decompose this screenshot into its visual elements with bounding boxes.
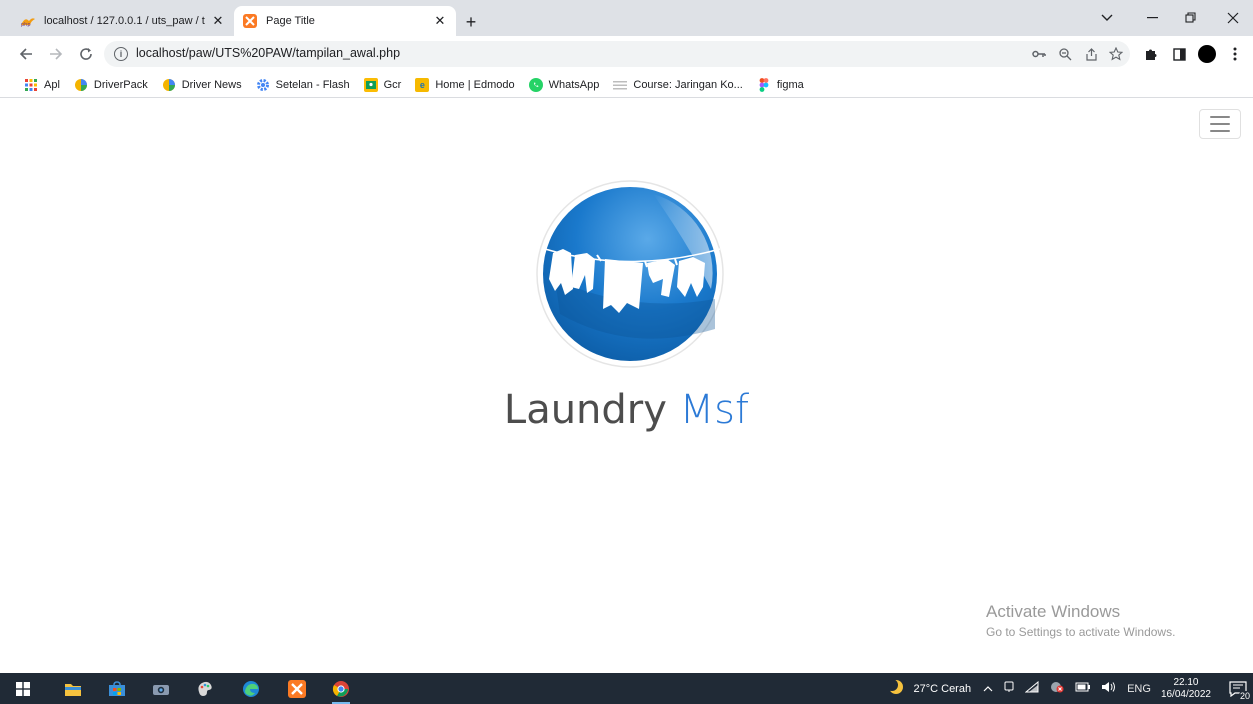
tab-title: Page Title — [266, 15, 315, 27]
forward-arrow-icon[interactable] — [46, 44, 66, 64]
browser-tab-strip: php localhost / 127.0.0.1 / uts_paw / t … — [0, 0, 1253, 36]
bookmark-label: WhatsApp — [548, 78, 600, 91]
bookmark-label: DriverPack — [93, 78, 148, 91]
activate-windows-watermark: Activate Windows Go to Settings to activ… — [986, 602, 1175, 639]
profile-avatar-icon[interactable] — [1197, 44, 1217, 64]
key-icon[interactable] — [1030, 45, 1048, 63]
bookmark-whatsapp[interactable]: WhatsApp — [523, 74, 606, 96]
hamburger-line — [1210, 116, 1230, 118]
back-arrow-icon[interactable] — [16, 44, 36, 64]
volume-icon[interactable] — [1101, 681, 1117, 696]
edge-browser-icon[interactable] — [240, 678, 262, 700]
info-icon[interactable]: i — [114, 47, 128, 61]
show-hidden-icons-chevron-icon[interactable] — [983, 683, 993, 695]
page-viewport: Laundry Msf Activate Windows Go to Setti… — [0, 99, 1253, 673]
clock[interactable]: 22.10 16/04/2022 — [1161, 677, 1211, 701]
close-icon[interactable]: ✕ — [432, 13, 448, 29]
apps-grid-icon — [24, 78, 38, 92]
bookmark-course[interactable]: Course: Jaringan Ko... — [607, 74, 748, 96]
bookmark-label: Apl — [44, 78, 60, 91]
notification-count: 20 — [1238, 691, 1251, 701]
battery-icon[interactable] — [1075, 682, 1091, 695]
new-tab-button[interactable]: + — [459, 10, 483, 34]
chrome-icon[interactable] — [330, 678, 352, 704]
browser-toolbar: i localhost/paw/UTS%20PAW/tampilan_awal.… — [0, 36, 1253, 72]
bookmark-label: Driver News — [181, 78, 242, 91]
zoom-icon[interactable] — [1056, 45, 1074, 63]
store-icon[interactable] — [106, 678, 128, 700]
side-panel-icon[interactable] — [1169, 44, 1189, 64]
watermark-line2: Go to Settings to activate Windows. — [986, 625, 1176, 639]
bookmark-apps[interactable]: Apl — [18, 74, 66, 96]
minimize-icon[interactable] — [1143, 8, 1163, 28]
brand-word-laundry: Laundry — [503, 387, 667, 433]
figma-icon — [757, 77, 771, 92]
bookmark-label: Gcr — [383, 78, 402, 91]
tab-phpmyadmin[interactable]: php localhost / 127.0.0.1 / uts_paw / t … — [12, 6, 234, 36]
bookmark-label: Course: Jaringan Ko... — [633, 78, 743, 91]
bookmark-driver-news[interactable]: Driver News — [156, 74, 248, 96]
weather-widget[interactable]: 27°C Cerah — [886, 678, 972, 699]
weather-moon-icon — [886, 678, 905, 699]
tab-page-title[interactable]: Page Title ✕ — [234, 6, 456, 36]
restore-icon[interactable] — [1181, 8, 1201, 28]
tab-search-chevron-icon[interactable] — [1097, 8, 1117, 28]
windows-taskbar: 27°C Cerah ENG 22.10 16/04/2022 20 — [0, 673, 1253, 704]
window-close-icon[interactable] — [1223, 8, 1243, 28]
watermark-line1: Activate Windows — [986, 602, 1121, 621]
bookmark-gcr[interactable]: Gcr — [358, 74, 408, 96]
network-error-icon[interactable] — [1049, 681, 1065, 696]
extensions-puzzle-icon[interactable] — [1141, 44, 1161, 64]
classroom-icon — [363, 77, 378, 92]
laundry-logo — [535, 179, 725, 369]
wifi-icon[interactable] — [1024, 680, 1039, 696]
camera-icon[interactable] — [150, 678, 172, 700]
tab-title: localhost / 127.0.0.1 / uts_paw / t — [44, 15, 205, 27]
course-icon — [613, 78, 628, 92]
hamburger-line — [1210, 123, 1230, 125]
xampp-icon — [242, 13, 258, 29]
driverpack-icon — [162, 78, 176, 92]
share-icon[interactable] — [1082, 45, 1100, 63]
windows-start-icon[interactable] — [12, 678, 34, 700]
bookmark-driverpack[interactable]: DriverPack — [68, 74, 154, 96]
bookmarks-bar: Apl DriverPack Driver News Setelan - Fla… — [0, 72, 1253, 98]
bookmark-edmodo[interactable]: e Home | Edmodo — [409, 74, 520, 96]
bookmark-label: figma — [776, 78, 804, 91]
brand-word-msf: Msf — [679, 387, 750, 433]
clock-date: 16/04/2022 — [1160, 688, 1211, 700]
bookmark-figma[interactable]: figma — [751, 74, 810, 96]
edmodo-icon: e — [415, 77, 430, 92]
notification-center-icon[interactable]: 20 — [1223, 673, 1253, 704]
navbar-toggler-button[interactable] — [1199, 109, 1241, 139]
system-tray: 27°C Cerah ENG 22.10 16/04/2022 20 — [886, 673, 1253, 704]
url-text[interactable]: localhost/paw/UTS%20PAW/tampilan_awal.ph… — [136, 46, 400, 60]
bookmark-setelan-flash[interactable]: Setelan - Flash — [250, 74, 356, 96]
brand-title: Laundry Msf — [0, 387, 1253, 433]
driverpack-icon — [74, 78, 88, 92]
bookmark-star-icon[interactable] — [1107, 45, 1125, 63]
address-bar[interactable]: i localhost/paw/UTS%20PAW/tampilan_awal.… — [104, 41, 1130, 67]
language-indicator[interactable]: ENG — [1127, 683, 1151, 695]
weather-text: 27°C Cerah — [913, 682, 972, 695]
hamburger-line — [1210, 130, 1230, 132]
svg-text:php: php — [21, 22, 31, 27]
pen-workspace-icon[interactable] — [1003, 681, 1015, 696]
whatsapp-icon — [528, 77, 543, 92]
paint-icon[interactable] — [194, 678, 216, 700]
clock-time: 22.10 — [1173, 676, 1199, 688]
phpmyadmin-icon: php — [20, 13, 36, 29]
xampp-icon[interactable] — [286, 678, 308, 700]
more-menu-icon[interactable] — [1225, 44, 1245, 64]
gear-icon — [256, 78, 270, 92]
bookmark-label: Setelan - Flash — [275, 78, 350, 91]
close-icon[interactable]: ✕ — [210, 13, 226, 29]
file-explorer-icon[interactable] — [62, 678, 84, 700]
bookmark-label: Home | Edmodo — [435, 78, 515, 91]
reload-icon[interactable] — [76, 44, 96, 64]
